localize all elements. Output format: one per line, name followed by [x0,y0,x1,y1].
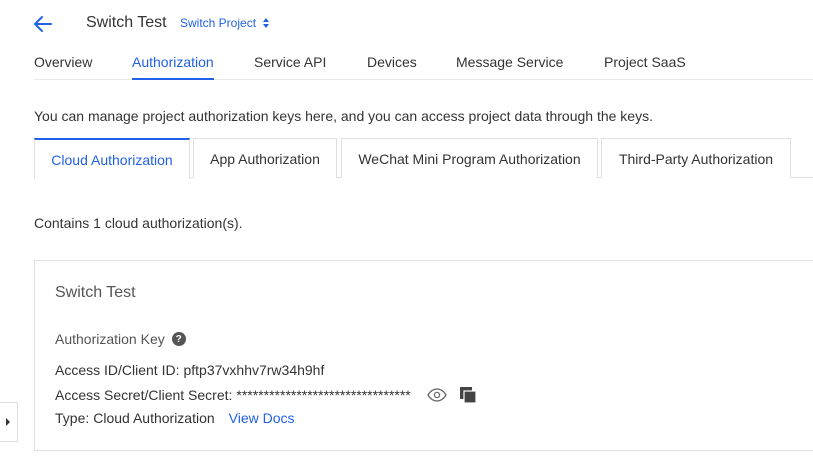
access-id-label: Access ID/Client ID: [55,362,180,378]
tab-devices[interactable]: Devices [367,54,417,70]
page-title: Switch Test [86,14,167,31]
tab-authorization[interactable]: Authorization [132,54,214,70]
authorization-key-heading: Authorization Key ? [55,331,186,347]
tab-third-party-authorization[interactable]: Third-Party Authorization [601,138,791,178]
back-arrow-icon[interactable] [30,12,56,36]
switch-project-label: Switch Project [180,16,257,30]
authorization-card: Switch Test Authorization Key ? Access I… [34,260,813,451]
tab-message-service[interactable]: Message Service [456,54,563,70]
access-secret-value: ******************************** [236,387,411,403]
eye-icon[interactable] [426,388,447,402]
access-secret-row: Access Secret/Client Secret: ***********… [55,386,477,404]
access-id-row: Access ID/Client ID: pftp37vxhhv7rw34h9h… [55,362,324,378]
type-label: Type: [55,410,90,426]
intro-text: You can manage project authorization key… [34,108,653,124]
tab-service-api[interactable]: Service API [254,54,326,70]
card-title: Switch Test [55,284,136,301]
active-tab-indicator [132,78,214,80]
access-secret-label: Access Secret/Client Secret: [55,387,233,403]
tab-project-saas[interactable]: Project SaaS [604,54,686,70]
tab-app-authorization[interactable]: App Authorization [193,138,337,178]
main-tabs: Overview Authorization Service API Devic… [34,44,813,80]
question-circle-icon[interactable]: ? [171,332,186,346]
tab-overview[interactable]: Overview [34,54,92,70]
authorization-key-label: Authorization Key [55,331,165,347]
type-value: Cloud Authorization [93,410,215,426]
switch-project-button[interactable]: Switch Project [180,16,270,30]
tab-cloud-authorization[interactable]: Cloud Authorization [34,138,190,179]
sidebar-expand-button[interactable] [0,402,18,442]
tab-wechat-mini-program-authorization[interactable]: WeChat Mini Program Authorization [341,138,598,178]
access-id-value: pftp37vxhhv7rw34h9hf [183,362,325,378]
caret-right-icon [6,418,10,426]
type-row: Type: Cloud Authorization View Docs [55,410,295,426]
view-docs-link[interactable]: View Docs [229,410,295,426]
authorization-type-tabs: Cloud Authorization App Authorization We… [34,138,813,179]
sort-icon [263,18,270,28]
authorization-count: Contains 1 cloud authorization(s). [34,215,243,231]
copy-icon[interactable] [459,386,477,404]
